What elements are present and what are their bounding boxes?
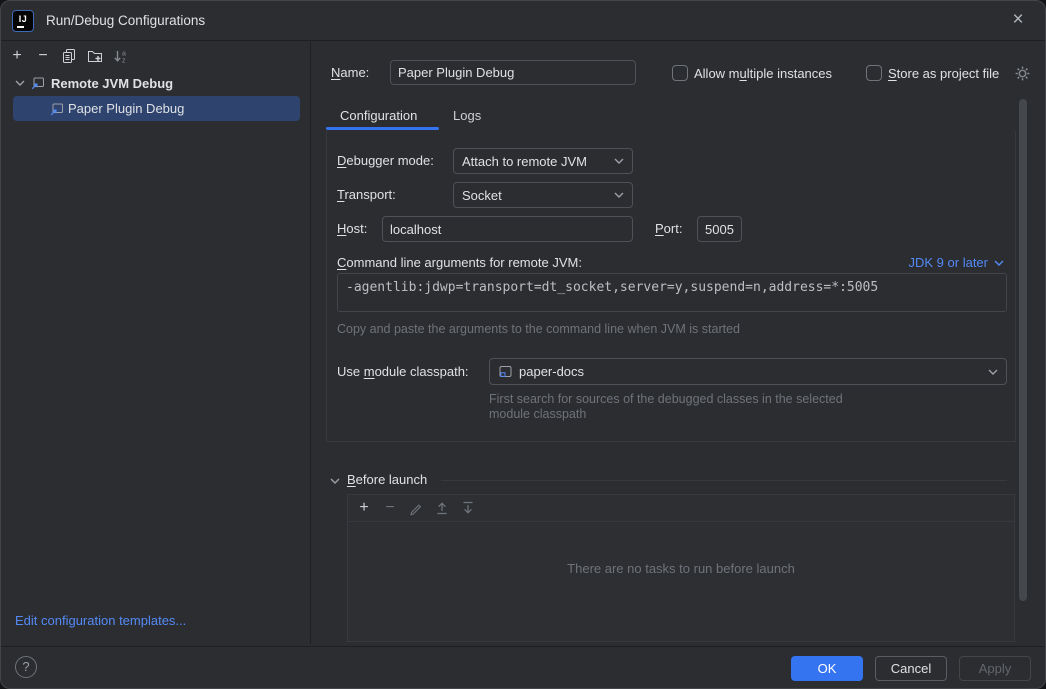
module-classpath-value: paper-docs: [519, 364, 982, 379]
transport-label: Transport:: [337, 187, 396, 202]
host-input[interactable]: [382, 216, 633, 242]
move-up-icon[interactable]: [434, 500, 450, 516]
before-launch-collapse-icon[interactable]: [330, 478, 340, 484]
run-debug-configurations-dialog: IJ Run/Debug Configurations × + − az Rem…: [0, 0, 1046, 689]
name-input[interactable]: [390, 60, 636, 85]
new-folder-icon[interactable]: [87, 48, 103, 64]
active-tab-indicator: [326, 127, 439, 130]
cancel-button[interactable]: Cancel: [875, 656, 947, 681]
allow-multiple-instances-label: Allow multiple instances: [694, 66, 832, 81]
vertical-scrollbar[interactable]: [1019, 99, 1027, 601]
edit-configuration-templates-link[interactable]: Edit configuration templates...: [15, 613, 186, 628]
host-label: Host:: [337, 221, 367, 236]
debugger-mode-value: Attach to remote JVM: [462, 154, 608, 169]
tree-group-label: Remote JVM Debug: [51, 76, 173, 91]
before-launch-toolbar: + −: [348, 495, 1014, 522]
sort-alphabetically-icon[interactable]: az: [113, 48, 129, 64]
move-down-icon[interactable]: [460, 500, 476, 516]
close-icon[interactable]: ×: [1006, 9, 1030, 33]
tab-configuration[interactable]: Configuration: [340, 108, 417, 123]
copy-configuration-icon[interactable]: [61, 48, 77, 64]
svg-text:a: a: [122, 51, 126, 58]
sidebar-toolbar: + − az: [1, 42, 310, 70]
dialog-title: Run/Debug Configurations: [46, 13, 205, 28]
module-classpath-select[interactable]: paper-docs: [489, 358, 1007, 385]
transport-value: Socket: [462, 188, 608, 203]
remove-configuration-icon[interactable]: −: [35, 48, 51, 64]
chevron-down-icon: [15, 80, 25, 86]
add-task-icon[interactable]: +: [356, 500, 372, 516]
ok-button[interactable]: OK: [791, 656, 863, 681]
command-line-args-field[interactable]: -agentlib:jdwp=transport=dt_socket,serve…: [337, 273, 1007, 312]
name-label: Name:: [331, 65, 369, 80]
titlebar: IJ Run/Debug Configurations ×: [1, 1, 1045, 41]
before-launch-empty-text: There are no tasks to run before launch: [348, 561, 1014, 576]
chevron-down-icon: [988, 369, 998, 375]
port-label: Port:: [655, 221, 682, 236]
store-as-project-file-label: Store as project file: [888, 66, 999, 81]
logo-text: IJ: [13, 14, 33, 24]
svg-text:z: z: [122, 58, 126, 65]
jdk-version-selector[interactable]: JDK 9 or later: [909, 255, 1004, 270]
port-input[interactable]: [697, 216, 742, 242]
intellij-logo-icon: IJ: [12, 10, 34, 32]
module-classpath-hint-line1: First search for sources of the debugged…: [489, 392, 843, 406]
module-classpath-hint-line2: module classpath: [489, 407, 586, 421]
configurations-sidebar: + − az Remote JVM Debug Paper Plugin Deb…: [1, 42, 311, 644]
tree-item-label: Paper Plugin Debug: [68, 101, 184, 116]
edit-task-icon[interactable]: [408, 500, 424, 516]
transport-select[interactable]: Socket: [453, 182, 633, 208]
module-classpath-label: Use module classpath:: [337, 364, 469, 379]
remote-debug-icon: [30, 75, 46, 91]
remove-task-icon[interactable]: −: [382, 500, 398, 516]
chevron-down-icon: [614, 158, 624, 164]
debugger-mode-label: Debugger mode:: [337, 153, 434, 168]
apply-button[interactable]: Apply: [959, 656, 1031, 681]
tab-logs[interactable]: Logs: [453, 108, 481, 123]
debugger-mode-select[interactable]: Attach to remote JVM: [453, 148, 633, 174]
tree-item-paper-plugin-debug[interactable]: Paper Plugin Debug: [13, 96, 300, 121]
before-launch-label: Before launch: [347, 472, 427, 487]
store-as-project-file-checkbox[interactable]: [866, 65, 882, 81]
allow-multiple-instances-checkbox[interactable]: [672, 65, 688, 81]
command-line-args-hint: Copy and paste the arguments to the comm…: [337, 322, 740, 336]
before-launch-separator: [441, 480, 1007, 481]
tree-group-remote-jvm-debug[interactable]: Remote JVM Debug: [1, 70, 310, 96]
remote-debug-icon: [49, 101, 65, 117]
module-icon: [498, 364, 513, 379]
before-launch-task-list: + − There are no tasks to run before lau…: [347, 494, 1015, 642]
dialog-footer: ? OK Cancel Apply: [1, 646, 1045, 688]
store-options-gear-icon[interactable]: [1014, 65, 1031, 82]
add-configuration-icon[interactable]: +: [9, 48, 25, 64]
chevron-down-icon: [994, 260, 1004, 266]
jdk-version-value: JDK 9 or later: [909, 255, 988, 270]
command-line-args-label: Command line arguments for remote JVM:: [337, 255, 582, 270]
chevron-down-icon: [614, 192, 624, 198]
help-icon[interactable]: ?: [15, 656, 37, 678]
